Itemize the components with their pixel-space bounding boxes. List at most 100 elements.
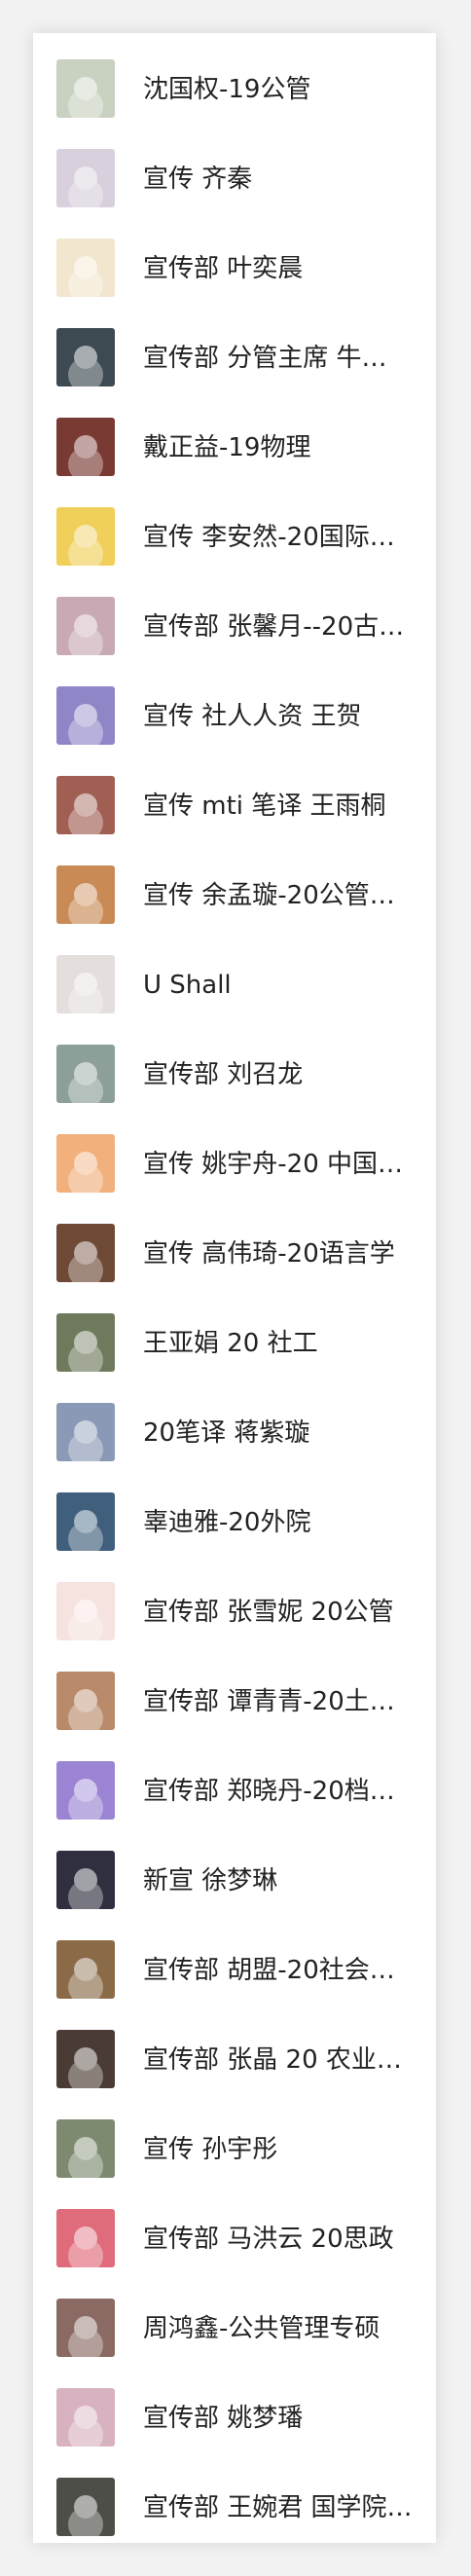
avatar — [56, 1403, 115, 1461]
contact-row[interactable]: 宣传 孙宇彤 — [33, 2093, 436, 2183]
avatar-silhouette-icon — [74, 1062, 97, 1086]
contact-name: 宣传部 叶奕晨 — [143, 254, 304, 283]
contact-name: 戴正益-19物理 — [143, 433, 311, 462]
contact-name: U Shall — [143, 971, 232, 1000]
avatar — [56, 955, 115, 1013]
avatar-silhouette-icon — [74, 525, 97, 548]
contact-row[interactable]: 宣传 mti 笔译 王雨桐 — [33, 750, 436, 839]
avatar — [56, 1224, 115, 1282]
contact-row[interactable]: 宣传部 马洪云 20思政 — [33, 2183, 436, 2272]
contact-name: 宣传 余孟璇-20公管… — [143, 881, 395, 910]
contact-row[interactable]: 辜迪雅-20外院 — [33, 1466, 436, 1556]
avatar-silhouette-icon — [74, 704, 97, 727]
contact-name: 宣传部 谭青青-20土… — [143, 1687, 395, 1716]
contact-name: 宣传部 王婉君 国学院… — [143, 2493, 413, 2522]
avatar-silhouette-icon — [74, 1241, 97, 1265]
avatar — [56, 1045, 115, 1103]
contact-name: 周鸿鑫-公共管理专硕 — [143, 2314, 380, 2343]
avatar-silhouette-icon — [74, 1868, 97, 1892]
contact-row[interactable]: 宣传 齐秦 — [33, 123, 436, 212]
contact-row[interactable]: 宣传部 分管主席 牛… — [33, 302, 436, 391]
avatar-silhouette-icon — [74, 2047, 97, 2071]
avatar — [56, 2119, 115, 2178]
contact-row[interactable]: U Shall — [33, 929, 436, 1018]
avatar — [56, 1761, 115, 1820]
avatar — [56, 1492, 115, 1551]
contact-row[interactable]: 宣传 姚宇舟-20 中国… — [33, 1108, 436, 1197]
avatar — [56, 2030, 115, 2088]
contact-row[interactable]: 宣传 高伟琦-20语言学 — [33, 1197, 436, 1287]
avatar-silhouette-icon — [74, 2226, 97, 2250]
contact-name: 新宣 徐梦琳 — [143, 1866, 278, 1895]
contact-list-panel: 沈国权-19公管 宣传 齐秦 宣传部 叶奕晨 宣传部 分管主席 牛… 戴正益-19物理宣… — [33, 33, 436, 2543]
contact-row[interactable]: 新宣 徐梦琳 — [33, 1824, 436, 1914]
contact-row[interactable]: 宣传 余孟璇-20公管… — [33, 839, 436, 929]
avatar-silhouette-icon — [74, 346, 97, 369]
avatar — [56, 597, 115, 655]
avatar-silhouette-icon — [74, 2406, 97, 2429]
contact-name: 宣传部 张雪妮 20公管 — [143, 1598, 394, 1627]
avatar-silhouette-icon — [74, 166, 97, 190]
avatar — [56, 2299, 115, 2357]
avatar-silhouette-icon — [74, 1689, 97, 1712]
contact-row[interactable]: 沈国权-19公管 — [33, 33, 436, 123]
contact-row[interactable]: 宣传部 张馨月--20古… — [33, 570, 436, 660]
avatar — [56, 2388, 115, 2447]
contact-row[interactable]: 宣传部 刘召龙 — [33, 1018, 436, 1108]
contact-name: 宣传 齐秦 — [143, 165, 253, 194]
avatar — [56, 1672, 115, 1730]
avatar — [56, 149, 115, 207]
contact-row[interactable]: 宣传部 胡盟-20社会… — [33, 1914, 436, 2004]
contact-name: 宣传部 张馨月--20古… — [143, 612, 405, 642]
contact-name: 宣传 mti 笔译 王雨桐 — [143, 791, 386, 821]
contact-row[interactable]: 宣传部 张晶 20 农业… — [33, 2004, 436, 2093]
contact-name: 宣传部 马洪云 20思政 — [143, 2225, 394, 2254]
avatar-silhouette-icon — [74, 1152, 97, 1175]
avatar-silhouette-icon — [74, 1779, 97, 1802]
avatar — [56, 328, 115, 386]
avatar-silhouette-icon — [74, 973, 97, 996]
contact-row[interactable]: 周鸿鑫-公共管理专硕 — [33, 2272, 436, 2362]
contact-name: 宣传部 分管主席 牛… — [143, 344, 387, 373]
contact-name: 宣传 孙宇彤 — [143, 2135, 278, 2164]
avatar-silhouette-icon — [74, 1510, 97, 1533]
avatar — [56, 776, 115, 834]
avatar — [56, 239, 115, 297]
contact-name: 宣传部 张晶 20 农业… — [143, 2045, 402, 2075]
avatar — [56, 865, 115, 924]
avatar-silhouette-icon — [74, 77, 97, 100]
contact-row[interactable]: 宣传部 张雪妮 20公管 — [33, 1556, 436, 1645]
avatar-silhouette-icon — [74, 2137, 97, 2160]
contact-name: 王亚娟 20 社工 — [143, 1329, 318, 1358]
avatar-silhouette-icon — [74, 2316, 97, 2339]
avatar-silhouette-icon — [74, 256, 97, 279]
contact-row[interactable]: 宣传部 郑晓丹-20档… — [33, 1735, 436, 1824]
avatar — [56, 418, 115, 476]
avatar-silhouette-icon — [74, 1600, 97, 1623]
contact-row[interactable]: 宣传部 王婉君 国学院… — [33, 2451, 436, 2541]
contact-row[interactable]: 宣传部 叶奕晨 — [33, 212, 436, 302]
avatar — [56, 2478, 115, 2536]
contact-name: 宣传 姚宇舟-20 中国… — [143, 1150, 403, 1179]
contact-name: 宣传部 姚梦璠 — [143, 2404, 304, 2433]
avatar-silhouette-icon — [74, 614, 97, 638]
contact-name: 宣传部 刘召龙 — [143, 1060, 304, 1089]
contact-row[interactable]: 宣传部 谭青青-20土… — [33, 1645, 436, 1735]
avatar — [56, 59, 115, 118]
contact-row[interactable]: 宣传部 姚梦璠 — [33, 2362, 436, 2451]
avatar — [56, 1851, 115, 1909]
avatar-silhouette-icon — [74, 883, 97, 906]
contact-row[interactable]: 宣传 社人人资 王贺 — [33, 660, 436, 750]
avatar-silhouette-icon — [74, 1331, 97, 1354]
contact-row[interactable]: 王亚娟 20 社工 — [33, 1287, 436, 1377]
avatar-silhouette-icon — [74, 2495, 97, 2519]
contact-name: 宣传部 郑晓丹-20档… — [143, 1777, 395, 1806]
contact-name: 沈国权-19公管 — [143, 75, 311, 104]
avatar-silhouette-icon — [74, 1958, 97, 1981]
contact-row[interactable]: 宣传 李安然-20国际… — [33, 481, 436, 570]
avatar-silhouette-icon — [74, 435, 97, 459]
contact-row[interactable]: 20笔译 蒋紫璇 — [33, 1377, 436, 1466]
contact-row[interactable]: 戴正益-19物理 — [33, 391, 436, 481]
contact-name: 宣传 社人人资 王贺 — [143, 702, 362, 731]
avatar — [56, 1582, 115, 1640]
